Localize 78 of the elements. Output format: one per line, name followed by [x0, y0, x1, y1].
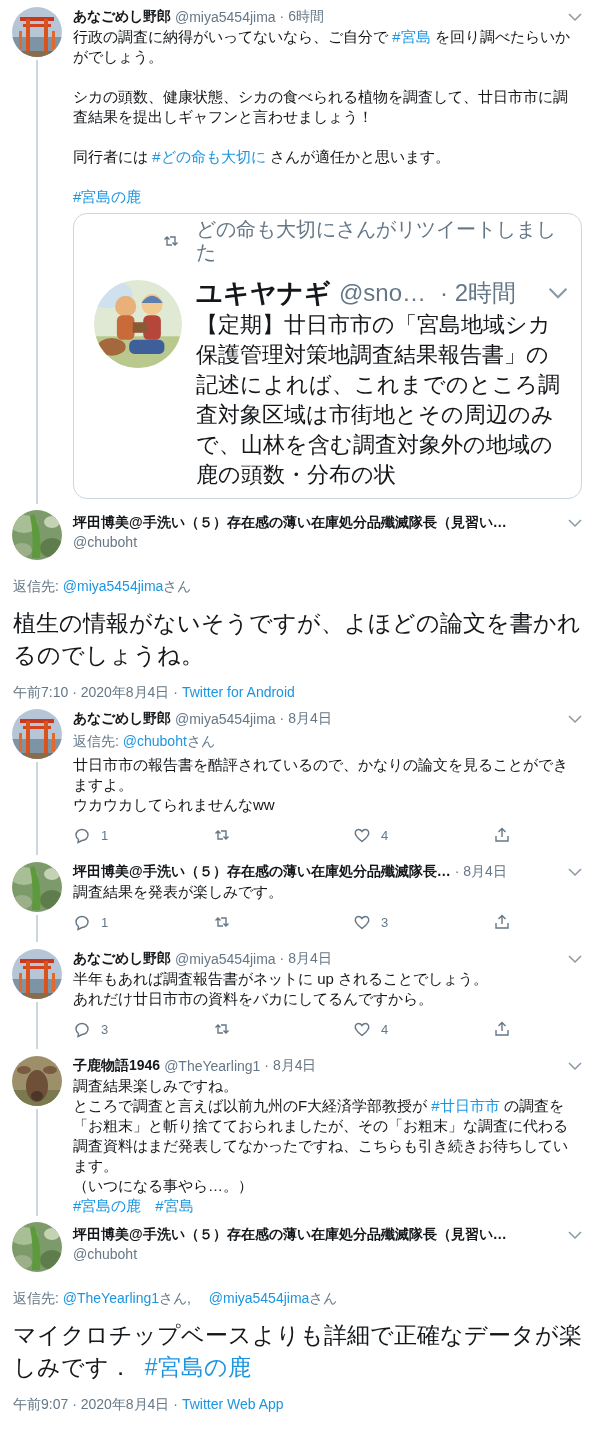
speech-bubble-icon[interactable] [73, 913, 91, 931]
like-count: 3 [381, 914, 389, 930]
tweet-time[interactable]: · 6時間 [279, 8, 324, 26]
heart-icon[interactable] [353, 1020, 371, 1038]
reply-count: 1 [101, 827, 109, 843]
reply-count: 1 [101, 914, 109, 930]
user-name[interactable]: 子鹿物語1946 [73, 1057, 161, 1075]
chevron-down-icon[interactable] [568, 867, 582, 877]
chevron-down-icon[interactable] [568, 12, 582, 22]
user-name[interactable]: あなごめし野郎 [73, 8, 171, 26]
user-handle[interactable]: @miya5454jima [175, 711, 276, 727]
user-name: ユキヤナギ [196, 276, 331, 310]
source-link[interactable]: Twitter Web App [181, 1396, 284, 1412]
user-name[interactable]: 坪田博美@手洗い（５）存在感の薄い在庫処分品殲滅隊長（見習い… [73, 1224, 568, 1244]
tweet-time[interactable]: · 8月4日 [264, 1057, 317, 1075]
tweet-time: · 2時間 [440, 278, 517, 308]
share-icon[interactable] [493, 1020, 511, 1038]
share-icon[interactable] [493, 826, 511, 844]
mention-link[interactable]: @miya5454jima [62, 578, 164, 594]
tweet-text: ウカウカしてられませんなww [73, 795, 276, 815]
user-handle[interactable]: @chuboht [73, 1244, 568, 1264]
chevron-down-icon[interactable] [568, 518, 582, 528]
tweet-time[interactable]: · 8月4日 [279, 950, 332, 968]
chevron-down-icon[interactable] [568, 1230, 582, 1240]
quoted-tweet-card[interactable]: どの命も大切にさんがリツイートしました ユキヤナギ @sno… · 2時間 【定期】廿日市市の「宮島地域シカ保護管理対策地調査結果報告書」の記述によれば、これまでのところ調査対象区域は市街地とその周辺のみで、山林を含む調査対象外の地域の鹿の頭数・分布の状 [73, 213, 582, 499]
tweet-text: 調査結果を発表が楽しみです。 [73, 882, 284, 902]
hashtag-link[interactable]: #宮島 [392, 28, 431, 45]
tweet-text: 行政の調査に納得がいってないなら、ご自分で #宮島 を回り調べたらいかがでしょう。 [73, 27, 571, 67]
tweet-text: 半年もあれば調査報告書がネットに up されることでしょう。 [73, 969, 490, 989]
heart-icon[interactable] [353, 913, 371, 931]
tweet-text: ところで調査と言えば以前九州のF大経済学部教授が #廿日市市 の調査を「お粗末」と斬り捨てておられましたが、その「お粗末」な調査に代わる調査資料はまだ発表してなかったですね、こちらも引き続きお待ちしています。 [73, 1096, 569, 1176]
user-handle[interactable]: @chuboht [73, 532, 568, 552]
tweet-text: シカの頭数、健康状態、シカの食べられる植物を調査して、廿日市市に調査結果を提出しギャフンと言わせましょう！ [73, 87, 569, 127]
tweet-time[interactable]: · 8月4日 [454, 863, 507, 881]
hashtag-link[interactable]: #宮島の鹿 [73, 1197, 142, 1214]
tweet-text: あれだけ廿日市市の資料をバカにしてるんですから。 [73, 989, 434, 1009]
like-count: 4 [381, 1021, 389, 1037]
tweet-text: 同行者には #どの命も大切に さんが適任かと思います。 [73, 147, 451, 167]
heart-icon[interactable] [353, 826, 371, 844]
reply-to-text: 返信先: @chubohtさん [73, 732, 216, 751]
user-handle[interactable]: @TheYearling1 [164, 1058, 261, 1074]
mention-link[interactable]: @TheYearling1 [62, 1290, 159, 1306]
user-handle[interactable]: @miya5454jima [175, 9, 276, 25]
tweet-text: 廿日市市の報告書を酷評されているので、かなりの論文を見ることができますよ。 [73, 755, 569, 795]
speech-bubble-icon[interactable] [73, 1020, 91, 1038]
hashtag-link[interactable]: #廿日市市 [431, 1097, 500, 1114]
hashtag-link[interactable]: #どの命も大切に [152, 148, 266, 165]
chevron-down-icon[interactable] [568, 1061, 582, 1071]
user-handle: @sno… [339, 279, 427, 307]
tweet-text: マイクロチップベースよりも詳細で正確なデータが楽しみです． #宮島の鹿 [13, 1321, 582, 1382]
chevron-down-icon [547, 286, 569, 300]
mention-link[interactable]: @miya5454jima [208, 1290, 310, 1306]
hashtag-link[interactable]: #宮島の鹿 [144, 1354, 251, 1380]
retweet-label: どの命も大切にさんがリツイートしました [196, 218, 557, 264]
user-name[interactable]: あなごめし野郎 [73, 710, 171, 728]
like-count: 4 [381, 827, 389, 843]
user-name[interactable]: 坪田博美@手洗い（５）存在感の薄い在庫処分品殲滅隊長… [73, 863, 451, 881]
source-link[interactable]: Twitter for Android [181, 684, 295, 700]
tweet-text: 調査結果楽しみですね。 [73, 1076, 239, 1096]
reply-to-text: 返信先: @TheYearling1さん, @miya5454jimaさん [13, 1289, 339, 1308]
reply-to-text: 返信先: @miya5454jimaさん [13, 577, 193, 596]
user-name[interactable]: 坪田博美@手洗い（５）存在感の薄い在庫処分品殲滅隊長（見習い… [73, 512, 568, 532]
mention-link[interactable]: @chuboht [122, 733, 187, 749]
tweet-text: 植生の情報がないそうですが、よほどの論文を書かれるのでしょうね。 [13, 609, 582, 670]
share-icon[interactable] [493, 913, 511, 931]
user-name[interactable]: あなごめし野郎 [73, 950, 171, 968]
user-handle[interactable]: @miya5454jima [175, 951, 276, 967]
tweet-text: 【定期】廿日市市の「宮島地域シカ保護管理対策地調査結果報告書」の記述によれば、これまでのところ調査対象区域は市街地とその周辺のみで、山林を含む調査対象外の地域の鹿の頭数・分布の状 [196, 311, 561, 489]
tweet-text: （いつになる事やら…。） [73, 1176, 254, 1196]
tweet-timestamp: 午前7:10 · 2020年8月4日 · [13, 684, 178, 700]
chevron-down-icon[interactable] [568, 714, 582, 724]
chevron-down-icon[interactable] [568, 954, 582, 964]
tweet-time[interactable]: · 8月4日 [279, 710, 332, 728]
speech-bubble-icon[interactable] [73, 826, 91, 844]
tweet-timestamp: 午前9:07 · 2020年8月4日 · [13, 1396, 178, 1412]
reply-count: 3 [101, 1021, 109, 1037]
hashtag-link[interactable]: #宮島 [155, 1197, 194, 1214]
hashtag-link[interactable]: #宮島の鹿 [73, 188, 142, 205]
